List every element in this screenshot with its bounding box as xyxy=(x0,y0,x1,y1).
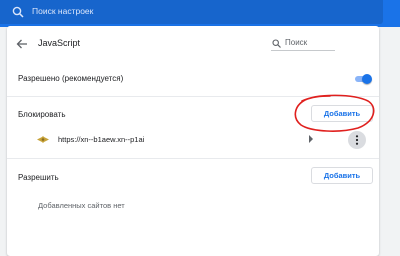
red-circle-annotation xyxy=(294,94,375,132)
more-vert-icon xyxy=(355,135,359,145)
back-arrow-icon[interactable] xyxy=(16,38,28,50)
allowed-label: Разрешено (рекомендуется) xyxy=(18,74,124,83)
javascript-toggle[interactable] xyxy=(353,74,372,84)
divider xyxy=(7,158,379,159)
allow-section-label: Разрешить xyxy=(18,173,59,182)
page-title: JavaScript xyxy=(38,38,81,48)
site-search-input[interactable]: Поиск xyxy=(285,38,307,47)
allow-add-button[interactable]: Добавить xyxy=(311,167,373,184)
toggle-knob xyxy=(362,74,372,84)
search-icon xyxy=(12,6,24,18)
javascript-settings-card: JavaScript Поиск Разрешено (рекомендуетс… xyxy=(7,26,379,256)
blocked-site-url: https://xn--b1aew.xn--p1ai xyxy=(58,135,145,144)
top-bar: Поиск настроек xyxy=(0,0,400,27)
search-icon xyxy=(272,39,281,48)
search-underline xyxy=(271,50,335,51)
block-section-label: Блокировать xyxy=(18,110,66,119)
settings-search-box[interactable]: Поиск настроек xyxy=(0,0,383,24)
site-favicon-icon xyxy=(37,136,49,143)
empty-list-text: Добавленных сайтов нет xyxy=(38,201,125,210)
chevron-right-icon[interactable] xyxy=(308,135,314,143)
settings-search-input[interactable]: Поиск настроек xyxy=(32,6,93,16)
